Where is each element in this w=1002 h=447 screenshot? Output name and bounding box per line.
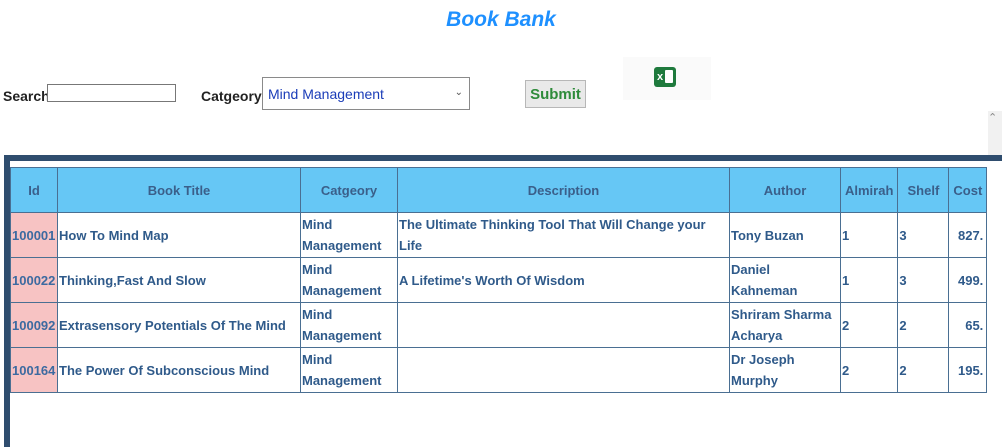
cell-almirah: 1 — [839, 257, 899, 303]
page-title: Book Bank — [446, 8, 556, 31]
cell-description — [397, 302, 730, 348]
cell-category: Mind Management — [300, 257, 398, 303]
cell-id: 100164 — [10, 347, 58, 393]
cell-almirah: 1 — [839, 212, 899, 258]
submit-button[interactable]: Submit — [525, 80, 586, 108]
cell-description: A Lifetime's Worth Of Wisdom — [397, 257, 730, 303]
cell-author: Dr Joseph Murphy — [729, 347, 841, 393]
excel-sheet-glyph — [665, 70, 673, 83]
cell-author: Tony Buzan — [729, 212, 841, 258]
column-header-shelf[interactable]: Shelf — [897, 167, 950, 213]
cell-cost: 195. — [948, 347, 988, 393]
cell-shelf: 2 — [897, 347, 950, 393]
cell-id: 100022 — [10, 257, 58, 303]
cell-description — [397, 347, 730, 393]
category-selected-value: Mind Management — [268, 85, 384, 102]
cell-book-title: How To Mind Map — [57, 212, 301, 258]
category-select[interactable]: Mind Management ⌄ — [262, 77, 470, 110]
column-header-category[interactable]: Catgeory — [300, 167, 398, 213]
cell-id: 100092 — [10, 302, 58, 348]
books-table: Id Book Title Catgeory Description Autho… — [10, 167, 988, 393]
cell-book-title: The Power Of Subconscious Mind — [57, 347, 301, 393]
column-header-description[interactable]: Description — [397, 167, 730, 213]
cell-almirah: 2 — [839, 302, 899, 348]
search-label: Search — [3, 88, 50, 104]
search-input[interactable] — [47, 84, 176, 102]
column-header-id[interactable]: Id — [10, 167, 58, 213]
cell-cost: 499. — [948, 257, 988, 303]
cell-author: Daniel Kahneman — [729, 257, 841, 303]
cell-category: Mind Management — [300, 212, 398, 258]
table-header-row: Id Book Title Catgeory Description Autho… — [10, 167, 988, 213]
column-header-cost[interactable]: Cost — [948, 167, 988, 213]
cell-shelf: 2 — [897, 302, 950, 348]
cell-cost: 827. — [948, 212, 988, 258]
cell-cost: 65. — [948, 302, 988, 348]
cell-category: Mind Management — [300, 302, 398, 348]
cell-id: 100001 — [10, 212, 58, 258]
table-row[interactable]: 100001 How To Mind Map Mind Management T… — [10, 212, 988, 258]
cell-book-title: Thinking,Fast And Slow — [57, 257, 301, 303]
column-header-author[interactable]: Author — [729, 167, 841, 213]
chevron-down-icon: ⌄ — [454, 87, 463, 98]
excel-x-glyph: x — [656, 71, 664, 83]
cell-shelf: 3 — [897, 212, 950, 258]
cell-book-title: Extrasensory Potentials Of The Mind — [57, 302, 301, 348]
cell-shelf: 3 — [897, 257, 950, 303]
category-label: Catgeory — [201, 88, 262, 104]
table-row[interactable]: 100164 The Power Of Subconscious Mind Mi… — [10, 347, 988, 393]
cell-description: The Ultimate Thinking Tool That Will Cha… — [397, 212, 730, 258]
column-header-book-title[interactable]: Book Title — [57, 167, 301, 213]
excel-icon[interactable]: x — [654, 67, 676, 87]
table-row[interactable]: 100092 Extrasensory Potentials Of The Mi… — [10, 302, 988, 348]
cell-almirah: 2 — [839, 347, 899, 393]
column-header-almirah[interactable]: Almirah — [839, 167, 899, 213]
cell-category: Mind Management — [300, 347, 398, 393]
cell-author: Shriram Sharma Acharya — [729, 302, 841, 348]
excel-export[interactable]: x — [623, 57, 711, 100]
scroll-up-icon[interactable]: ⌃ — [988, 111, 997, 124]
table-row[interactable]: 100022 Thinking,Fast And Slow Mind Manag… — [10, 257, 988, 303]
